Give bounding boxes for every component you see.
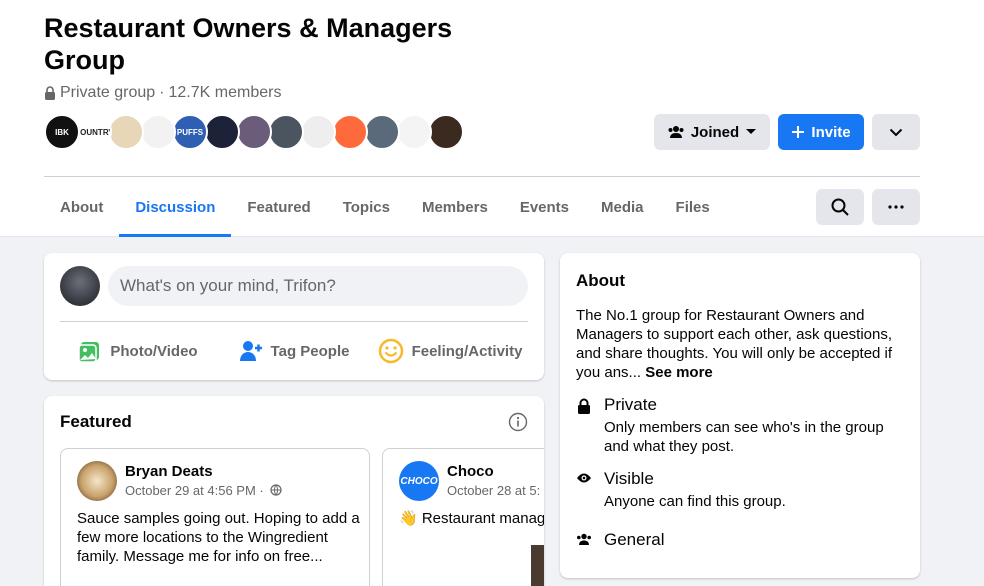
post-author-avatar[interactable]: CHOCO	[399, 461, 439, 501]
member-avatar[interactable]	[300, 114, 336, 150]
tab-topics[interactable]: Topics	[327, 177, 406, 237]
member-avatar[interactable]	[364, 114, 400, 150]
post-date-text[interactable]: October 28 at 5:	[447, 483, 540, 498]
tab-featured[interactable]: Featured	[231, 177, 326, 237]
privacy-label[interactable]: Private group	[60, 84, 155, 102]
post-author-name[interactable]: Bryan Deats	[125, 463, 213, 480]
joined-button[interactable]: Joined	[654, 114, 770, 150]
photo-video-button[interactable]: Photo/Video	[60, 331, 216, 371]
search-button[interactable]	[816, 189, 864, 225]
featured-title: Featured	[60, 412, 132, 431]
tab-members[interactable]: Members	[406, 177, 504, 237]
group-header: Restaurant Owners & Managers Group Priva…	[0, 0, 984, 237]
people-icon	[668, 126, 684, 138]
search-icon	[831, 198, 849, 216]
visible-description: Anyone can find this group.	[604, 493, 786, 510]
joined-label: Joined	[690, 123, 740, 141]
member-avatar[interactable]	[204, 114, 240, 150]
ellipsis-icon	[888, 205, 904, 209]
chevron-down-icon	[889, 128, 903, 136]
member-avatars[interactable]: IBK COUNTRY PUFFS	[44, 114, 464, 150]
member-avatar[interactable]	[396, 114, 432, 150]
tab-about[interactable]: About	[44, 177, 119, 237]
tag-people-icon	[239, 341, 262, 361]
photo-video-label: Photo/Video	[110, 342, 198, 360]
people-icon	[577, 533, 591, 545]
tab-media[interactable]: Media	[585, 177, 660, 237]
composer-input[interactable]: What's on your mind, Trifon?	[108, 266, 528, 306]
post-date: October 29 at 4:56 PM ·	[125, 483, 282, 498]
invite-button[interactable]: Invite	[778, 114, 864, 150]
post-image[interactable]	[531, 545, 544, 586]
globe-icon	[270, 484, 282, 496]
post-author-name[interactable]: Choco	[447, 463, 494, 480]
more-options-button[interactable]	[872, 189, 920, 225]
member-avatar-label: IBK	[55, 127, 69, 137]
about-description: The No.1 group for Restaurant Owners and…	[576, 306, 908, 382]
plus-icon	[792, 126, 805, 138]
composer-actions: Photo/Video Tag People Feeling/Activity	[60, 331, 528, 371]
lock-icon	[45, 86, 55, 100]
member-avatar-label: PUFFS	[176, 127, 204, 137]
visible-title: Visible	[604, 469, 654, 488]
featured-section: Featured Bryan Deats October 29 at 4:56 …	[44, 396, 544, 586]
private-description: Only members can see who's in the group …	[604, 419, 884, 455]
choco-logo-icon: CHOCO	[400, 475, 438, 487]
post-author-avatar[interactable]	[77, 461, 117, 501]
about-private-row: Private Only members can see who's in th…	[576, 395, 904, 456]
caret-down-icon	[746, 129, 757, 134]
feeling-activity-button[interactable]: Feeling/Activity	[372, 331, 528, 371]
member-avatar[interactable]	[140, 114, 176, 150]
eye-icon	[577, 473, 591, 483]
featured-post[interactable]: Bryan Deats October 29 at 4:56 PM · Sauc…	[60, 448, 370, 586]
general-title: General	[604, 530, 665, 549]
member-avatar[interactable]	[268, 114, 304, 150]
tag-people-label: Tag People	[270, 342, 350, 360]
group-meta: Private group · 12.7K members	[44, 84, 281, 102]
member-count[interactable]: 12.7K members	[169, 84, 282, 102]
member-avatar[interactable]	[236, 114, 272, 150]
post-composer: What's on your mind, Trifon? Photo/Video…	[44, 253, 544, 380]
member-avatar[interactable]: IBK	[44, 114, 80, 150]
featured-post[interactable]: CHOCO Choco October 28 at 5: 👋 Restauran…	[382, 448, 544, 586]
lock-icon	[578, 398, 590, 414]
info-icon[interactable]	[508, 412, 528, 432]
member-avatar[interactable]	[428, 114, 464, 150]
member-avatar[interactable]	[108, 114, 144, 150]
member-avatar[interactable]: PUFFS	[172, 114, 208, 150]
about-visible-row: Visible Anyone can find this group.	[576, 469, 904, 511]
about-description-text: The No.1 group for Restaurant Owners and…	[576, 307, 893, 381]
group-options-button[interactable]	[872, 114, 920, 150]
user-avatar[interactable]	[60, 266, 100, 306]
group-title: Restaurant Owners & Managers Group	[44, 13, 453, 75]
photo-icon	[78, 342, 100, 363]
feeling-activity-label: Feeling/Activity	[411, 342, 523, 360]
post-text: 👋 Restaurant manag	[399, 510, 544, 527]
member-avatar[interactable]: COUNTRY	[76, 114, 112, 150]
member-avatar[interactable]	[332, 114, 368, 150]
post-text: Sauce samples going out. Hoping to add a…	[77, 510, 360, 565]
tag-people-button[interactable]: Tag People	[216, 331, 372, 371]
group-tabs: About Discussion Featured Topics Members Even…	[44, 177, 726, 237]
meta-separator: ·	[159, 84, 165, 101]
composer-divider	[60, 321, 528, 322]
post-date-text[interactable]: October 29 at 4:56 PM ·	[125, 483, 264, 498]
about-card: About The No.1 group for Restaurant Owne…	[560, 253, 920, 578]
see-more-link[interactable]: See more	[645, 364, 713, 381]
about-heading: About	[576, 271, 626, 290]
private-title: Private	[604, 395, 657, 414]
tab-events[interactable]: Events	[504, 177, 585, 237]
tab-files[interactable]: Files	[660, 177, 726, 237]
invite-label: Invite	[811, 123, 851, 141]
smiley-icon	[378, 338, 403, 364]
tab-discussion[interactable]: Discussion	[119, 177, 232, 237]
about-general-row: General	[576, 530, 664, 550]
member-avatar-label: COUNTRY	[76, 127, 112, 137]
